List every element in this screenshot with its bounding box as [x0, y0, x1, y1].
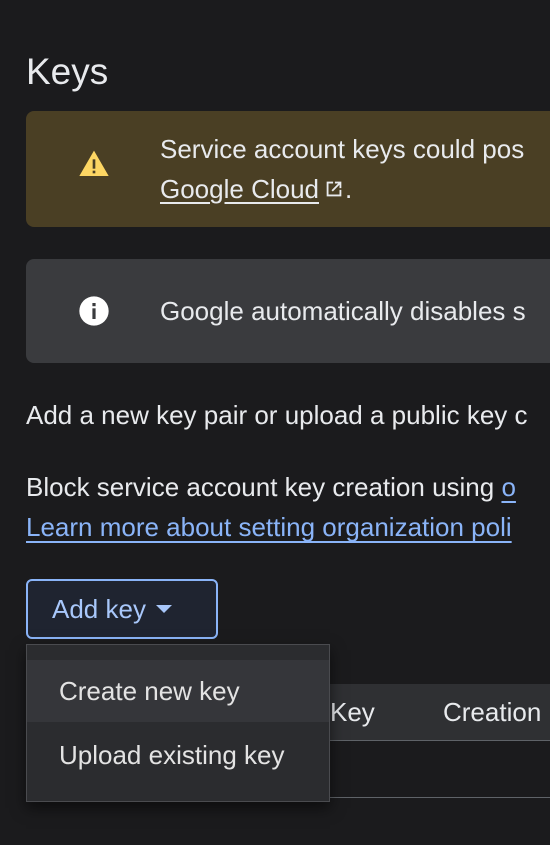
keys-table-header: Key Creation	[326, 684, 550, 741]
caret-down-icon	[155, 605, 172, 613]
google-cloud-link[interactable]: Google Cloud	[160, 174, 345, 204]
column-key[interactable]: Key	[330, 694, 375, 730]
warning-banner-text: Service account keys could pos Google Cl…	[160, 129, 524, 209]
column-creation[interactable]: Creation	[443, 694, 541, 730]
keys-page: Keys Service account keys could pos Goog…	[0, 0, 550, 845]
add-key-description: Add a new key pair or upload a public ke…	[26, 400, 528, 430]
org-policy-link[interactable]: o	[501, 472, 515, 502]
warning-line1: Service account keys could pos	[160, 134, 525, 164]
warning-after-link: .	[345, 174, 353, 204]
info-banner-text: Google automatically disables s	[160, 296, 526, 326]
add-key-label: Add key	[52, 594, 146, 624]
info-icon	[79, 296, 109, 326]
add-key-button[interactable]: Add key	[26, 579, 218, 639]
block-key-text: Block service account key creation using	[26, 472, 502, 502]
add-key-dropdown-menu: Create new key Upload existing key	[26, 644, 330, 802]
external-link-icon	[326, 181, 342, 197]
learn-more-link[interactable]: Learn more about setting organization po…	[26, 512, 512, 542]
google-cloud-link-text: Google Cloud	[160, 174, 319, 204]
warning-icon	[79, 150, 109, 176]
menu-item-create-new-key[interactable]: Create new key	[27, 660, 329, 722]
menu-item-upload-existing-key[interactable]: Upload existing key	[27, 724, 329, 786]
page-title: Keys	[26, 51, 109, 92]
table-row-divider	[326, 797, 550, 798]
block-key-description: Block service account key creation using…	[26, 467, 516, 547]
